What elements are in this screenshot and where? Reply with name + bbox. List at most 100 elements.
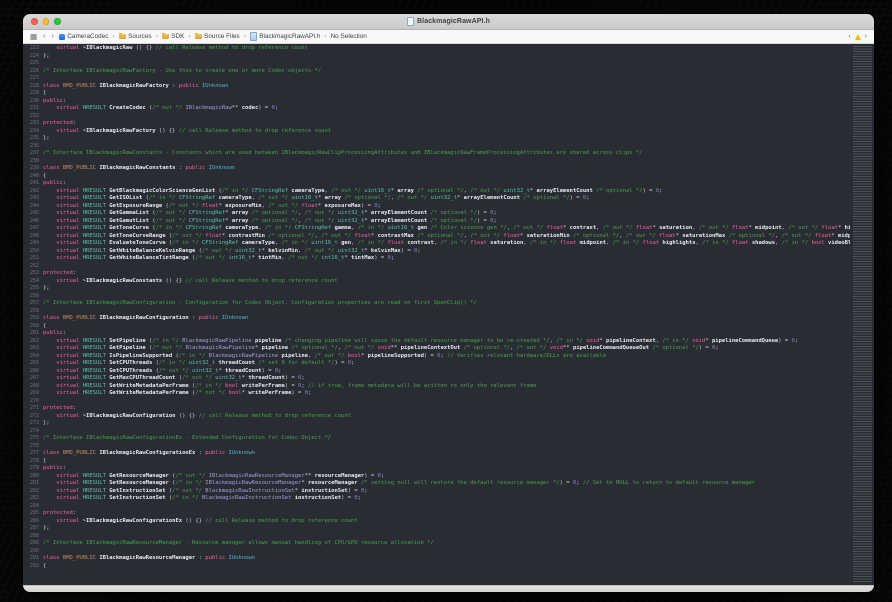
line-number[interactable]: 279: [23, 465, 43, 473]
code-line[interactable]: 285 protected:: [23, 510, 850, 518]
line-number[interactable]: 248: [23, 233, 43, 241]
breadcrumb-item-source-files[interactable]: Source Files: [194, 32, 240, 40]
line-number[interactable]: 273: [23, 420, 43, 428]
code-line[interactable]: 251 virtual HRESULT GetWhiteBalanceTintR…: [23, 255, 850, 263]
code-line[interactable]: 237/* Interface IBlackmagicRawConstants …: [23, 150, 850, 158]
line-number[interactable]: 239: [23, 165, 43, 173]
code-line[interactable]: 246 virtual HRESULT GetGamutList (/* out…: [23, 218, 850, 226]
code-line[interactable]: 238: [23, 158, 850, 166]
line-number[interactable]: 269: [23, 390, 43, 398]
line-number[interactable]: 290: [23, 548, 43, 556]
code-line[interactable]: 261 public:: [23, 330, 850, 338]
line-number[interactable]: 283: [23, 495, 43, 503]
code-line[interactable]: 230 public:: [23, 98, 850, 106]
code-line[interactable]: 255};: [23, 285, 850, 293]
zoom-button[interactable]: [54, 18, 61, 25]
line-number[interactable]: 276: [23, 443, 43, 451]
line-number[interactable]: 246: [23, 218, 43, 226]
code-line[interactable]: 267 virtual HRESULT GetMaxCPUThreadCount…: [23, 375, 850, 383]
line-number[interactable]: 245: [23, 210, 43, 218]
line-number[interactable]: 224: [23, 53, 43, 61]
navigate-back-icon[interactable]: ‹: [42, 33, 46, 40]
close-button[interactable]: [31, 18, 38, 25]
line-number[interactable]: 257: [23, 300, 43, 308]
code-line[interactable]: 229{: [23, 90, 850, 98]
navigate-forward-icon[interactable]: ›: [50, 33, 54, 40]
line-number[interactable]: 255: [23, 285, 43, 293]
code-line[interactable]: 253 protected:: [23, 270, 850, 278]
code-line[interactable]: 260{: [23, 323, 850, 331]
line-number[interactable]: 282: [23, 488, 43, 496]
line-number[interactable]: 253: [23, 270, 43, 278]
code-line[interactable]: 269 virtual HRESULT GetWriteMetadataPerF…: [23, 390, 850, 398]
code-line[interactable]: 277 class BMD_PUBLIC IBlackmagicRawConfig…: [23, 450, 850, 458]
next-issue-icon[interactable]: ›: [864, 33, 868, 40]
code-line[interactable]: 284: [23, 503, 850, 511]
breadcrumb-item-cameracodec[interactable]: CameraCodec: [58, 33, 108, 40]
line-number[interactable]: 264: [23, 353, 43, 361]
line-number[interactable]: 225: [23, 60, 43, 68]
code-line[interactable]: 288: [23, 533, 850, 541]
line-number[interactable]: 275: [23, 435, 43, 443]
line-number[interactable]: 229: [23, 90, 43, 98]
code-line[interactable]: 235};: [23, 135, 850, 143]
line-number[interactable]: 256: [23, 293, 43, 301]
line-number[interactable]: 223: [23, 45, 43, 53]
code-line[interactable]: 231 virtual HRESULT CreateCodec (/* out …: [23, 105, 850, 113]
line-number[interactable]: 291: [23, 555, 43, 563]
code-line[interactable]: 234 virtual ~IBlackmagicRawFactory () {}…: [23, 128, 850, 136]
breadcrumb-item-sources[interactable]: Sources: [118, 32, 152, 40]
code-line[interactable]: 275/* Interface IBlackmagicRawConfigurat…: [23, 435, 850, 443]
breadcrumb-item-sdk[interactable]: SDK: [161, 32, 184, 40]
code-line[interactable]: 268 virtual HRESULT SetWriteMetadataPerF…: [23, 383, 850, 391]
line-number[interactable]: 259: [23, 315, 43, 323]
line-number[interactable]: 231: [23, 105, 43, 113]
line-number[interactable]: 278: [23, 458, 43, 466]
code-line[interactable]: 276: [23, 443, 850, 451]
code-line[interactable]: 250 virtual HRESULT GetWhiteBalanceKelvi…: [23, 248, 850, 256]
code-line[interactable]: 240{: [23, 173, 850, 181]
code-line[interactable]: 224};: [23, 53, 850, 61]
code-line[interactable]: 264 virtual HRESULT IsPipelineSupported …: [23, 353, 850, 361]
line-number[interactable]: 242: [23, 188, 43, 196]
line-number[interactable]: 230: [23, 98, 43, 106]
breadcrumb-item-blackmagicrawapi-h[interactable]: BlackmagicRawAPI.h: [249, 32, 320, 41]
line-number[interactable]: 237: [23, 150, 43, 158]
code-line[interactable]: 239 class BMD_PUBLIC IBlackmagicRawConsta…: [23, 165, 850, 173]
line-number[interactable]: 267: [23, 375, 43, 383]
code-line[interactable]: 233 protected:: [23, 120, 850, 128]
code-line[interactable]: 280 virtual HRESULT GetResourceManager (…: [23, 473, 850, 481]
line-number[interactable]: 243: [23, 195, 43, 203]
line-number[interactable]: 263: [23, 345, 43, 353]
code-line[interactable]: 265 virtual HRESULT SetCPUThreads (/* in…: [23, 360, 850, 368]
line-number[interactable]: 266: [23, 368, 43, 376]
code-line[interactable]: 247 virtual HRESULT GetToneCurve (/* in …: [23, 225, 850, 233]
line-number[interactable]: 262: [23, 338, 43, 346]
minimize-button[interactable]: [42, 18, 49, 25]
line-number[interactable]: 274: [23, 428, 43, 436]
breadcrumb-item-no-selection[interactable]: No Selection: [331, 33, 367, 40]
line-number[interactable]: 228: [23, 83, 43, 91]
line-number[interactable]: 240: [23, 173, 43, 181]
code-line[interactable]: 223 virtual ~IBlackmagicRaw () {} // cal…: [23, 45, 850, 53]
line-number[interactable]: 288: [23, 533, 43, 541]
warning-icon[interactable]: [854, 33, 861, 40]
code-line[interactable]: 236: [23, 143, 850, 151]
line-number[interactable]: 277: [23, 450, 43, 458]
line-number[interactable]: 247: [23, 225, 43, 233]
code-line[interactable]: 266 virtual HRESULT GetCPUThreads (/* ou…: [23, 368, 850, 376]
code-line[interactable]: 287};: [23, 525, 850, 533]
code-editor[interactable]: 223 virtual ~IBlackmagicRaw () {} // cal…: [23, 44, 874, 585]
line-number[interactable]: 234: [23, 128, 43, 136]
line-number[interactable]: 249: [23, 240, 43, 248]
line-number[interactable]: 268: [23, 383, 43, 391]
line-number[interactable]: 285: [23, 510, 43, 518]
code-line[interactable]: 256: [23, 293, 850, 301]
line-number[interactable]: 226: [23, 68, 43, 76]
line-number[interactable]: 281: [23, 480, 43, 488]
code-line[interactable]: 290: [23, 548, 850, 556]
line-number[interactable]: 284: [23, 503, 43, 511]
line-number[interactable]: 236: [23, 143, 43, 151]
code-line[interactable]: 228 class BMD_PUBLIC IBlackmagicRawFactor…: [23, 83, 850, 91]
code-line[interactable]: 254 virtual ~IBlackmagicRawConstants () …: [23, 278, 850, 286]
